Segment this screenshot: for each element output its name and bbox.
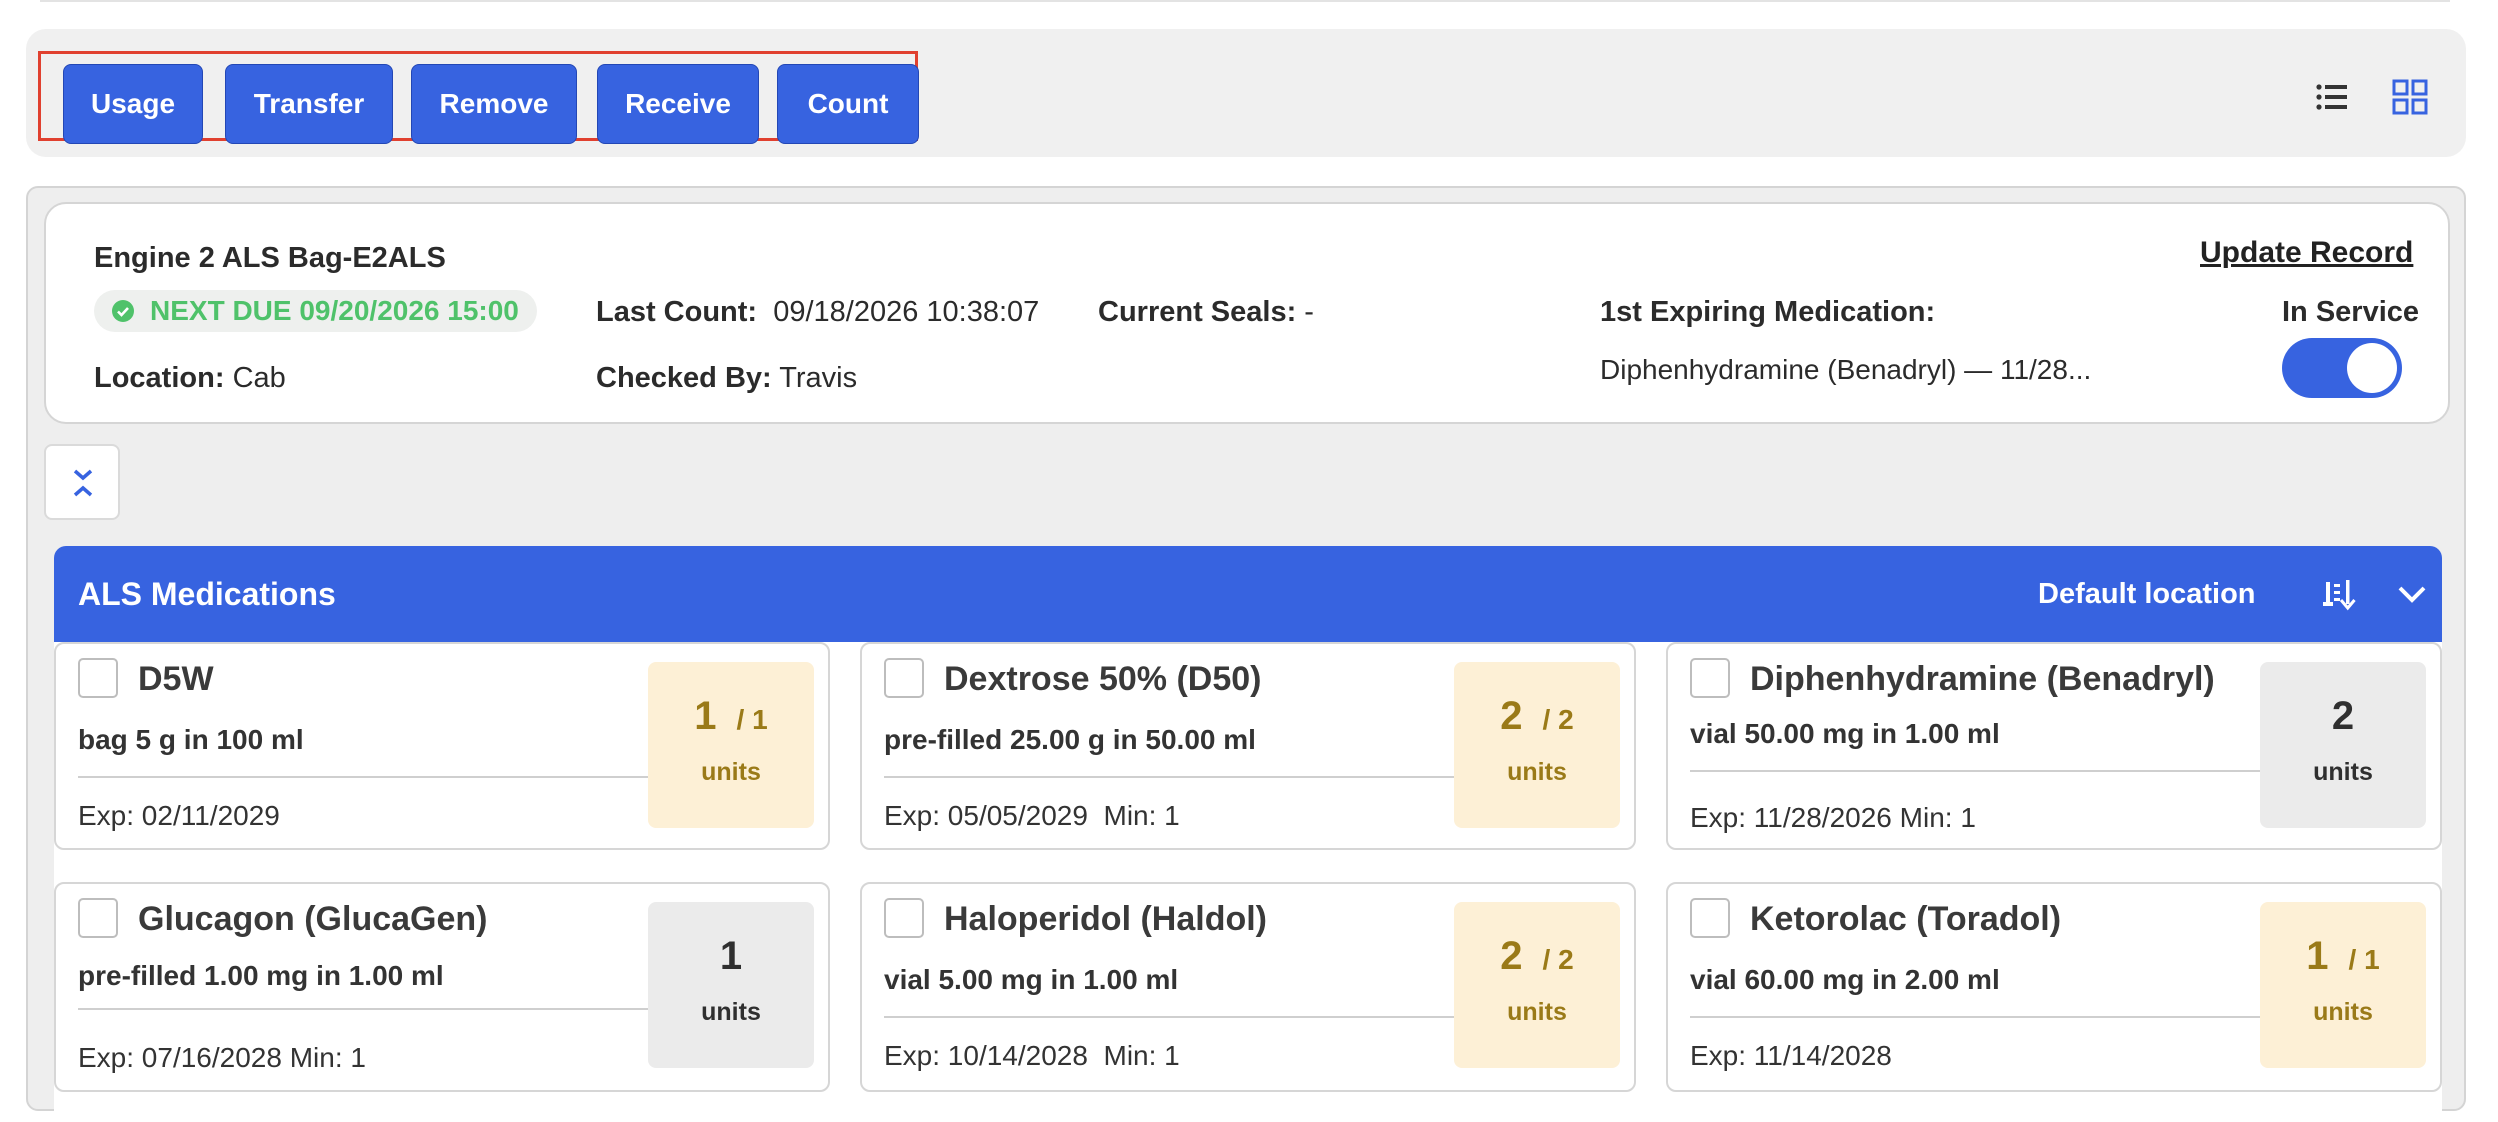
quantity-par: / 2 (1542, 704, 1574, 735)
next-due-text: NEXT DUE 09/20/2026 15:00 (150, 295, 519, 326)
quantity-par: / 2 (1542, 944, 1574, 975)
select-checkbox[interactable] (78, 658, 118, 698)
card-divider (1690, 1016, 2260, 1018)
quantity-unit: units (2313, 998, 2373, 1026)
next-due-badge: NEXT DUE 09/20/2026 15:00 (94, 290, 537, 332)
select-checkbox[interactable] (78, 898, 118, 938)
action-button-group: Usage Transfer Remove Receive Count (38, 51, 919, 144)
kit-title: Engine 2 ALS Bag-E2ALS (94, 242, 446, 274)
medication-name: Ketorolac (Toradol) (1750, 900, 2062, 938)
quantity-unit: units (1507, 758, 1567, 786)
usage-button[interactable]: Usage (63, 64, 203, 144)
quantity-count: 2 (1500, 934, 1523, 978)
update-record-link[interactable]: Update Record (2200, 236, 2413, 270)
expiration-text: Exp: 11/28/2026 Min: 1 (1690, 802, 1976, 833)
quantity-badge: 2 / 2 units (1454, 902, 1620, 1068)
sort-icon[interactable] (2322, 576, 2358, 612)
expiration-text: Exp: 07/16/2028 Min: 1 (78, 1042, 366, 1073)
category-title: ALS Medications (78, 576, 336, 612)
medication-card[interactable]: Diphenhydramine (Benadryl) vial 50.00 mg… (1666, 642, 2442, 850)
quantity-count: 2 (2331, 694, 2355, 738)
transfer-button[interactable]: Transfer (225, 64, 393, 144)
quantity-unit: units (701, 998, 761, 1026)
grid-view-icon[interactable] (2390, 77, 2430, 117)
first-expiring-value: Diphenhydramine (Benadryl) — 11/28... (1600, 354, 2092, 385)
checked-by-field: Checked By: Travis (596, 362, 858, 394)
quantity-count: 2 (1500, 694, 1523, 738)
card-divider (884, 1016, 1454, 1018)
receive-button[interactable]: Receive (597, 64, 759, 144)
select-checkbox[interactable] (884, 658, 924, 698)
expiration-text: Exp: 02/11/2029 (78, 800, 280, 831)
first-expiring-label: 1st Expiring Medication: (1600, 296, 1936, 328)
collapse-button[interactable] (44, 444, 120, 520)
medication-description: vial 50.00 mg in 1.00 ml (1690, 718, 2000, 749)
collapse-chevrons-icon (73, 469, 93, 497)
medication-description: pre-filled 1.00 mg in 1.00 ml (78, 960, 444, 991)
medication-name: Dextrose 50% (D50) (944, 660, 1262, 698)
medication-card[interactable]: Glucagon (GlucaGen) pre-filled 1.00 mg i… (54, 882, 830, 1092)
card-divider (884, 776, 1454, 778)
quantity-badge: 2 / 2 units (1454, 662, 1620, 828)
card-divider (78, 776, 648, 778)
medication-name: Glucagon (GlucaGen) (138, 900, 488, 938)
list-view-icon[interactable] (2312, 77, 2352, 117)
count-button[interactable]: Count (777, 64, 919, 144)
current-seals-field: Current Seals: - (1098, 296, 1314, 328)
card-divider (78, 1008, 648, 1010)
expiration-text: Exp: 11/14/2028 (1690, 1040, 1892, 1071)
select-checkbox[interactable] (1690, 898, 1730, 938)
quantity-count: 1 (2306, 934, 2329, 978)
medication-description: vial 5.00 mg in 1.00 ml (884, 964, 1179, 995)
medication-card[interactable]: Haloperidol (Haldol) vial 5.00 mg in 1.0… (860, 882, 1636, 1092)
quantity-badge: 2 units (2260, 662, 2426, 828)
default-location-label[interactable]: Default location (2038, 578, 2256, 611)
medication-description: bag 5 g in 100 ml (78, 724, 304, 755)
quantity-count: 1 (694, 694, 717, 738)
quantity-unit: units (1507, 998, 1567, 1026)
quantity-par: / 1 (736, 704, 768, 735)
check-circle-icon (112, 300, 134, 322)
medication-name: Haloperidol (Haldol) (944, 900, 1267, 938)
quantity-badge: 1 / 1 units (2260, 902, 2426, 1068)
last-count-field: Last Count: 09/18/2026 10:38:07 (596, 296, 1040, 328)
chevron-down-icon[interactable] (2394, 576, 2430, 612)
quantity-badge: 1 / 1 units (648, 662, 814, 828)
expiration-text: Exp: 10/14/2028 Min: 1 (884, 1040, 1180, 1071)
card-divider (1690, 770, 2260, 772)
select-checkbox[interactable] (1690, 658, 1730, 698)
medication-name: Diphenhydramine (Benadryl) (1750, 660, 2215, 698)
medication-description: vial 60.00 mg in 2.00 ml (1690, 964, 2000, 995)
kit-panel: Engine 2 ALS Bag-E2ALS NEXT DUE 09/20/20… (26, 186, 2466, 1122)
toggle-knob (2347, 343, 2397, 393)
quantity-count: 1 (719, 934, 743, 978)
in-service-label: In Service (2282, 296, 2420, 328)
expiration-text: Exp: 05/05/2029 Min: 1 (884, 800, 1180, 831)
record-summary-card: Engine 2 ALS Bag-E2ALS NEXT DUE 09/20/20… (44, 202, 2450, 424)
location-field: Location: Cab (94, 362, 286, 394)
select-checkbox[interactable] (884, 898, 924, 938)
medication-description: pre-filled 25.00 g in 50.00 ml (884, 724, 1256, 755)
category-header[interactable]: ALS Medications Default location (54, 546, 2442, 642)
remove-button[interactable]: Remove (411, 64, 577, 144)
quantity-unit: units (2313, 758, 2373, 786)
medication-card[interactable]: Ketorolac (Toradol) vial 60.00 mg in 2.0… (1666, 882, 2442, 1092)
medication-card[interactable]: Dextrose 50% (D50) pre-filled 25.00 g in… (860, 642, 1636, 850)
quantity-badge: 1 units (648, 902, 814, 1068)
top-divider (40, 0, 2450, 2)
in-service-toggle[interactable] (2282, 338, 2402, 398)
action-toolbar: Usage Transfer Remove Receive Count (26, 29, 2466, 157)
medication-name: D5W (138, 660, 214, 698)
medication-grid: D5W bag 5 g in 100 ml Exp: 02/11/2029 1 /… (54, 642, 2442, 1122)
medication-card[interactable]: D5W bag 5 g in 100 ml Exp: 02/11/2029 1 /… (54, 642, 830, 850)
quantity-unit: units (701, 758, 761, 786)
quantity-par: / 1 (2348, 944, 2380, 975)
